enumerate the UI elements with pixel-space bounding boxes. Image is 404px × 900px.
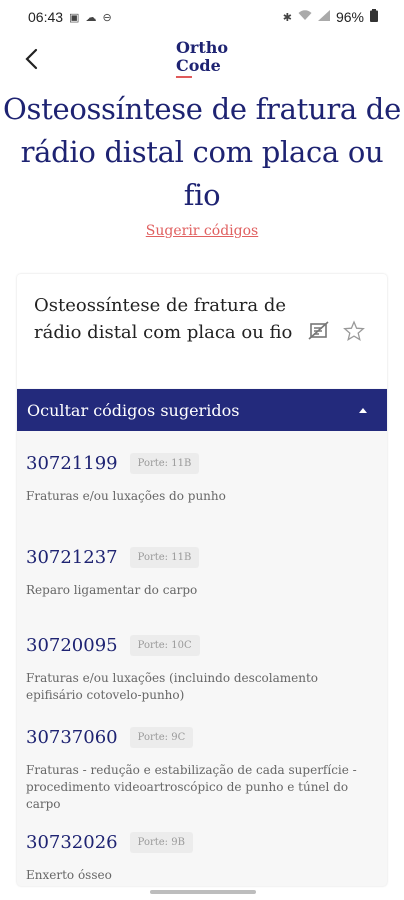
list-item[interactable]: 30732026 Porte: 9B Enxerto ósseo [26,832,378,884]
code-number: 30720095 [26,635,118,656]
list-item[interactable]: 30737060 Porte: 9C Fraturas - redução e … [26,727,378,813]
cloud-icon: ☁ [85,11,97,24]
porte-badge: Porte: 11B [129,547,200,568]
wifi-icon [298,10,312,24]
code-number: 30737060 [26,727,118,748]
suggest-codes-link[interactable]: Sugerir códigos [0,223,404,239]
battery-icon [370,9,378,25]
procedure-card: Osteossíntese de fratura de rádio distal… [17,274,387,886]
code-description: Reparo ligamentar do carpo [26,583,198,597]
back-button[interactable] [18,44,44,74]
document-icon[interactable] [308,320,330,342]
back-arrow-icon [25,48,38,70]
hide-suggested-codes-toggle[interactable]: Ocultar códigos sugeridos [17,389,387,431]
porte-badge: Porte: 9C [129,727,194,748]
page-title: Osteossíntese de fratura de rádio distal… [3,92,401,212]
battery-percent: 96% [335,9,364,25]
status-time: 06:43 [28,9,64,25]
status-bar: 06:43 ▣ ☁ ⊖ ✱ 96% [0,0,404,34]
app-bar: Ortho Code [0,36,404,86]
signal-icon [317,10,330,24]
code-description: Fraturas e/ou luxações (incluindo descol… [26,671,319,702]
porte-badge: Porte: 11B [129,453,200,474]
logo-underline [175,76,192,78]
code-number: 30721237 [26,547,118,568]
porte-badge: Porte: 9B [129,832,193,853]
image-icon: ▣ [69,11,80,24]
code-description: Fraturas - redução e estabilização de ca… [26,763,357,811]
code-number: 30732026 [26,832,118,853]
card-title: Osteossíntese de fratura de rádio distal… [34,295,293,343]
list-item[interactable]: 30721199 Porte: 11B Fraturas e/ou luxaçõ… [26,453,378,505]
porte-badge: Porte: 10C [129,635,200,656]
list-item[interactable]: 30721237 Porte: 11B Reparo ligamentar do… [26,547,378,599]
star-icon[interactable] [343,320,365,342]
bluetooth-icon: ✱ [282,11,292,24]
logo-line1: Ortho [175,38,229,57]
logo-line2: Code [175,56,221,75]
toggle-label: Ocultar códigos sugeridos [27,400,240,420]
code-description: Fraturas e/ou luxações do punho [26,489,226,503]
app-logo: Ortho Code [175,38,229,78]
dnd-icon: ⊖ [102,11,112,24]
code-description: Enxerto ósseo [26,868,112,882]
code-number: 30721199 [26,453,118,474]
caret-up-icon [359,407,367,413]
card-header: Osteossíntese de fratura de rádio distal… [17,274,387,388]
list-item[interactable]: 30720095 Porte: 10C Fraturas e/ou luxaçõ… [26,635,378,704]
home-gesture-bar[interactable] [150,890,256,894]
